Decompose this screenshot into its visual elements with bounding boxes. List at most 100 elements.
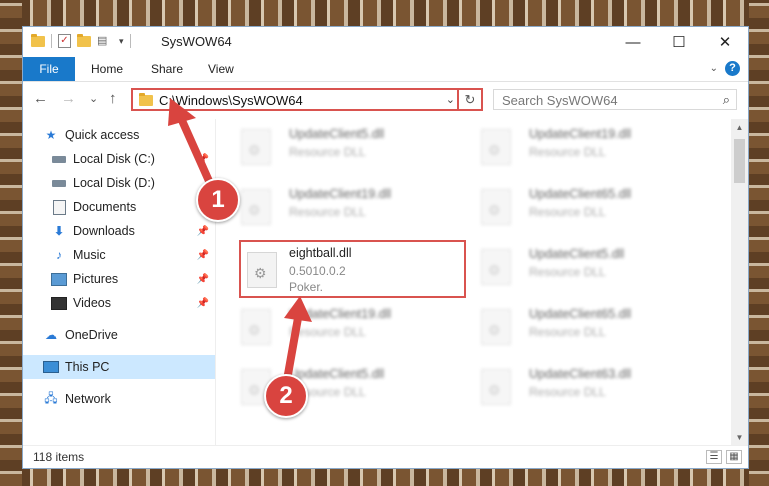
sidebar-item-onedrive[interactable]: ☁ OneDrive xyxy=(23,323,215,347)
navigation-bar: ← → ⌄ ↑ C:\Windows\SysWOW64 ⌄ ↻ Search S… xyxy=(23,82,748,116)
chevron-down-icon[interactable]: ⌄ xyxy=(446,93,455,106)
sidebar-item-pictures[interactable]: Pictures 📌 xyxy=(23,267,215,291)
maximize-button[interactable]: ☐ xyxy=(656,27,702,57)
toolbar-dropdown-icon[interactable]: ▾ xyxy=(119,36,124,47)
file-description: Resource DLL xyxy=(289,145,366,159)
sidebar-item-label: Network xyxy=(65,392,111,406)
tab-share[interactable]: Share xyxy=(151,62,183,76)
scroll-up-icon[interactable]: ▲ xyxy=(731,119,748,136)
dll-file-icon xyxy=(481,189,511,225)
file-name: UpdateClient19.dll xyxy=(529,127,632,141)
details-view-icon[interactable]: ☰ xyxy=(706,450,722,464)
dll-file-icon xyxy=(241,189,271,225)
file-name: UpdateClient5.dll xyxy=(289,367,385,381)
new-folder-icon[interactable] xyxy=(77,33,91,47)
sidebar-item-videos[interactable]: Videos 📌 xyxy=(23,291,215,315)
window-controls: — ☐ ✕ xyxy=(610,27,748,57)
file-item[interactable]: UpdateClient65.dll Resource DLL xyxy=(459,303,679,353)
large-icons-view-icon[interactable]: ▦ xyxy=(726,450,742,464)
file-item[interactable]: UpdateClient5.dll Resource DLL xyxy=(459,243,679,293)
file-item[interactable]: UpdateClient5.dll Resource DLL xyxy=(219,363,439,413)
dll-file-icon xyxy=(481,249,511,285)
pane-divider[interactable] xyxy=(215,119,216,446)
tab-view[interactable]: View xyxy=(208,62,234,76)
file-name: UpdateClient65.dll xyxy=(529,307,632,321)
search-input[interactable]: Search SysWOW64 ⌕ xyxy=(493,89,737,110)
sidebar-item-label: This PC xyxy=(65,360,110,374)
close-button[interactable]: ✕ xyxy=(702,27,748,57)
sidebar-item-label: Local Disk (C:) xyxy=(73,152,155,166)
dll-file-icon xyxy=(481,129,511,165)
sidebar-item-local-disk-c[interactable]: Local Disk (C:) 📌 xyxy=(23,147,215,171)
search-placeholder: Search SysWOW64 xyxy=(502,93,618,108)
dll-file-icon xyxy=(241,129,271,165)
file-description: Resource DLL xyxy=(529,385,606,399)
file-item-eightball-dll[interactable]: eightball.dll 0.5010.0.2 Poker. xyxy=(239,240,466,298)
pin-icon[interactable]: 📌 xyxy=(197,274,209,285)
pin-icon[interactable]: 📌 xyxy=(197,154,209,165)
expand-ribbon-icon[interactable]: ⌄ xyxy=(710,63,718,74)
tab-file[interactable]: File xyxy=(23,57,75,81)
sidebar-item-label: Pictures xyxy=(73,272,119,286)
pin-icon[interactable]: 📌 xyxy=(197,298,209,309)
file-item[interactable]: UpdateClient19.dll Resource DLL xyxy=(459,123,679,173)
file-version: 0.5010.0.2 xyxy=(289,264,346,278)
sidebar-item-label: Videos xyxy=(73,296,111,310)
forward-button[interactable]: → xyxy=(61,90,76,107)
dll-file-icon xyxy=(481,309,511,345)
scroll-down-icon[interactable]: ▼ xyxy=(731,429,748,446)
up-button[interactable]: ↑ xyxy=(109,90,117,107)
tab-home[interactable]: Home xyxy=(91,62,123,76)
vertical-scrollbar[interactable]: ▲ ▼ xyxy=(731,119,748,446)
search-icon[interactable]: ⌕ xyxy=(723,92,730,108)
file-description: Resource DLL xyxy=(529,145,606,159)
file-name: UpdateClient19.dll xyxy=(289,187,392,201)
sidebar-item-documents[interactable]: Documents xyxy=(23,195,215,219)
address-bar[interactable]: C:\Windows\SysWOW64 ⌄ ↻ xyxy=(131,88,483,111)
customize-toolbar-icon[interactable]: ▤ xyxy=(97,35,113,47)
file-item[interactable]: UpdateClient65.dll Resource DLL xyxy=(459,183,679,233)
file-description: Resource DLL xyxy=(529,265,606,279)
step-badge-2: 2 xyxy=(264,374,308,418)
sidebar-item-local-disk-d[interactable]: Local Disk (D:) xyxy=(23,171,215,195)
sidebar-item-label: Music xyxy=(73,248,106,262)
pin-icon[interactable]: 📌 xyxy=(197,250,209,261)
refresh-icon[interactable]: ↻ xyxy=(457,90,481,109)
file-item[interactable]: UpdateClient19.dll Resource DLL xyxy=(219,183,439,233)
properties-check-icon[interactable]: ✓ xyxy=(58,34,71,48)
recent-locations-button[interactable]: ⌄ xyxy=(89,92,98,105)
folder-icon[interactable] xyxy=(31,33,45,47)
minimize-button[interactable]: — xyxy=(610,27,656,57)
navigation-pane: ★ Quick access Local Disk (C:) 📌 Local D… xyxy=(23,119,215,446)
file-item[interactable]: UpdateClient19.dll Resource DLL xyxy=(219,303,439,353)
file-description: Resource DLL xyxy=(529,325,606,339)
sidebar-item-music[interactable]: ♪ Music 📌 xyxy=(23,243,215,267)
network-icon: 🖧 xyxy=(44,390,58,405)
back-button[interactable]: ← xyxy=(33,90,48,107)
drive-icon xyxy=(51,176,67,190)
file-name: UpdateClient5.dll xyxy=(289,127,385,141)
sidebar-item-this-pc[interactable]: This PC xyxy=(23,355,215,379)
documents-icon xyxy=(51,199,67,215)
help-icon[interactable]: ? xyxy=(725,61,740,76)
address-path[interactable]: C:\Windows\SysWOW64 xyxy=(159,93,303,108)
cloud-icon: ☁ xyxy=(45,328,57,342)
file-name: UpdateClient63.dll xyxy=(529,367,632,381)
sidebar-item-network[interactable]: 🖧 Network xyxy=(23,387,215,411)
sidebar-item-label: Documents xyxy=(73,200,137,214)
music-icon: ♪ xyxy=(56,248,62,262)
file-item[interactable]: UpdateClient63.dll Resource DLL xyxy=(459,363,679,413)
sidebar-item-downloads[interactable]: ⬇ Downloads 📌 xyxy=(23,219,215,243)
scroll-thumb[interactable] xyxy=(734,139,745,183)
file-name: eightball.dll xyxy=(289,246,352,260)
file-description: Poker. xyxy=(289,280,324,294)
star-icon: ★ xyxy=(45,128,57,142)
item-count: 118 items xyxy=(33,450,85,464)
dll-file-icon xyxy=(241,309,271,345)
file-item[interactable]: UpdateClient5.dll Resource DLL xyxy=(219,123,439,173)
dll-file-icon xyxy=(481,369,511,405)
file-description: Resource DLL xyxy=(289,325,366,339)
download-icon: ⬇ xyxy=(53,224,65,238)
sidebar-item-quick-access[interactable]: ★ Quick access xyxy=(23,123,215,147)
pin-icon[interactable]: 📌 xyxy=(197,226,209,237)
